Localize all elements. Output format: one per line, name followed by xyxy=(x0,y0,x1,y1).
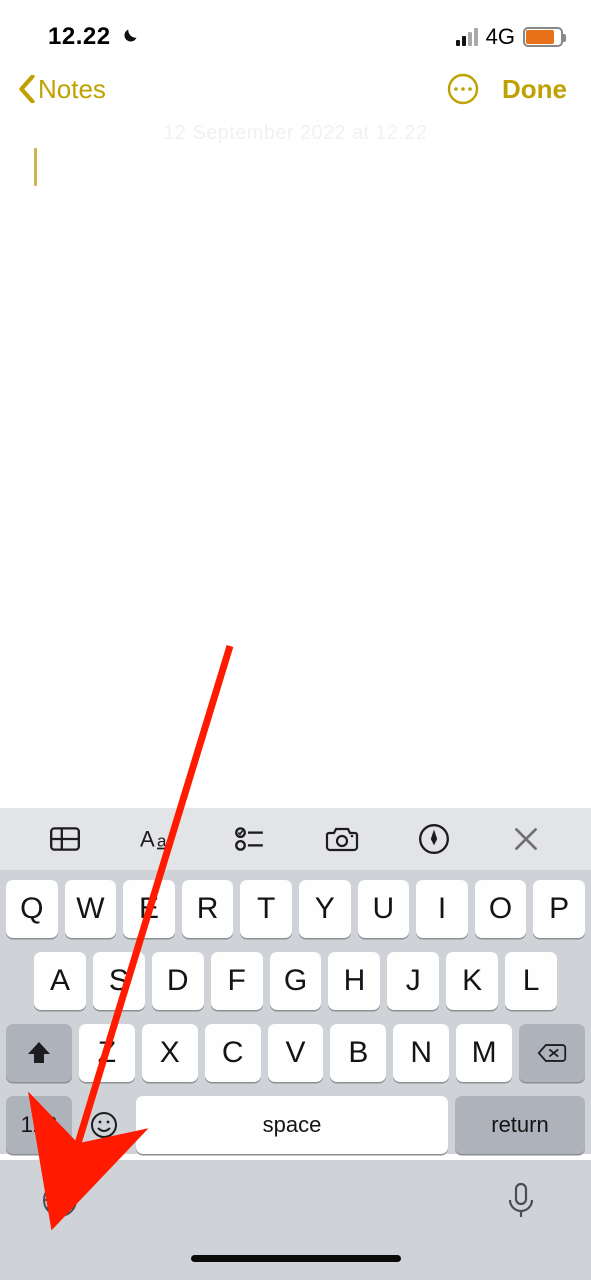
status-time: 12.22 xyxy=(48,23,111,51)
keyboard-row-4: 123 space return xyxy=(6,1096,585,1154)
keyboard-row-2: A S D F G H J K L xyxy=(6,952,585,1010)
shift-key[interactable] xyxy=(6,1024,72,1082)
space-key[interactable]: space xyxy=(136,1096,448,1154)
backspace-key[interactable] xyxy=(519,1024,585,1082)
key-e[interactable]: E xyxy=(123,880,175,938)
note-toolbar: A a xyxy=(0,808,591,870)
key-y[interactable]: Y xyxy=(299,880,351,938)
keyboard-bottom-strip xyxy=(0,1160,591,1280)
keyboard: Q W E R T Y U I O P A S D F G H J K L Z xyxy=(0,870,591,1154)
key-f[interactable]: F xyxy=(211,952,263,1010)
key-k[interactable]: K xyxy=(446,952,498,1010)
key-a[interactable]: A xyxy=(34,952,86,1010)
key-s[interactable]: S xyxy=(93,952,145,1010)
status-right: 4G xyxy=(456,24,563,50)
emoji-key[interactable] xyxy=(79,1096,129,1154)
key-i[interactable]: I xyxy=(416,880,468,938)
cellular-signal-icon xyxy=(456,28,478,46)
network-type: 4G xyxy=(486,24,515,50)
home-indicator[interactable] xyxy=(191,1255,401,1262)
key-v[interactable]: V xyxy=(268,1024,324,1082)
format-icon[interactable]: A a xyxy=(140,822,174,856)
key-u[interactable]: U xyxy=(358,880,410,938)
key-h[interactable]: H xyxy=(328,952,380,1010)
camera-icon[interactable] xyxy=(325,822,359,856)
back-button[interactable]: Notes xyxy=(18,74,106,105)
svg-text:a: a xyxy=(157,832,167,851)
keyboard-row-3: Z X C V B N M xyxy=(6,1024,585,1082)
status-bar: 12.22 4G xyxy=(0,0,591,56)
key-n[interactable]: N xyxy=(393,1024,449,1082)
key-w[interactable]: W xyxy=(65,880,117,938)
key-j[interactable]: J xyxy=(387,952,439,1010)
key-c[interactable]: C xyxy=(205,1024,261,1082)
key-d[interactable]: D xyxy=(152,952,204,1010)
battery-icon xyxy=(523,27,563,47)
key-g[interactable]: G xyxy=(270,952,322,1010)
table-icon[interactable] xyxy=(48,822,82,856)
globe-icon[interactable] xyxy=(40,1180,80,1220)
keyboard-row-1: Q W E R T Y U I O P xyxy=(6,880,585,938)
note-timestamp: 12 September 2022 at 12.22 xyxy=(0,122,591,145)
checklist-icon[interactable] xyxy=(232,822,266,856)
key-z[interactable]: Z xyxy=(79,1024,135,1082)
close-icon[interactable] xyxy=(509,822,543,856)
nav-bar: Notes Done xyxy=(0,56,591,122)
status-left: 12.22 xyxy=(48,23,139,51)
done-button[interactable]: Done xyxy=(502,74,567,105)
back-label: Notes xyxy=(38,74,106,105)
key-q[interactable]: Q xyxy=(6,880,58,938)
key-r[interactable]: R xyxy=(182,880,234,938)
key-b[interactable]: B xyxy=(330,1024,386,1082)
chevron-left-icon xyxy=(18,75,36,103)
key-t[interactable]: T xyxy=(240,880,292,938)
key-m[interactable]: M xyxy=(456,1024,512,1082)
text-cursor xyxy=(34,148,37,186)
key-x[interactable]: X xyxy=(142,1024,198,1082)
key-l[interactable]: L xyxy=(505,952,557,1010)
numeric-mode-key[interactable]: 123 xyxy=(6,1096,72,1154)
more-options-button[interactable] xyxy=(446,72,480,106)
return-key[interactable]: return xyxy=(455,1096,585,1154)
note-editor[interactable]: 12 September 2022 at 12.22 xyxy=(0,122,591,772)
key-o[interactable]: O xyxy=(475,880,527,938)
key-p[interactable]: P xyxy=(533,880,585,938)
svg-text:A: A xyxy=(140,827,155,852)
do-not-disturb-icon xyxy=(119,27,139,47)
dictation-icon[interactable] xyxy=(501,1180,541,1220)
markup-icon[interactable] xyxy=(417,822,451,856)
